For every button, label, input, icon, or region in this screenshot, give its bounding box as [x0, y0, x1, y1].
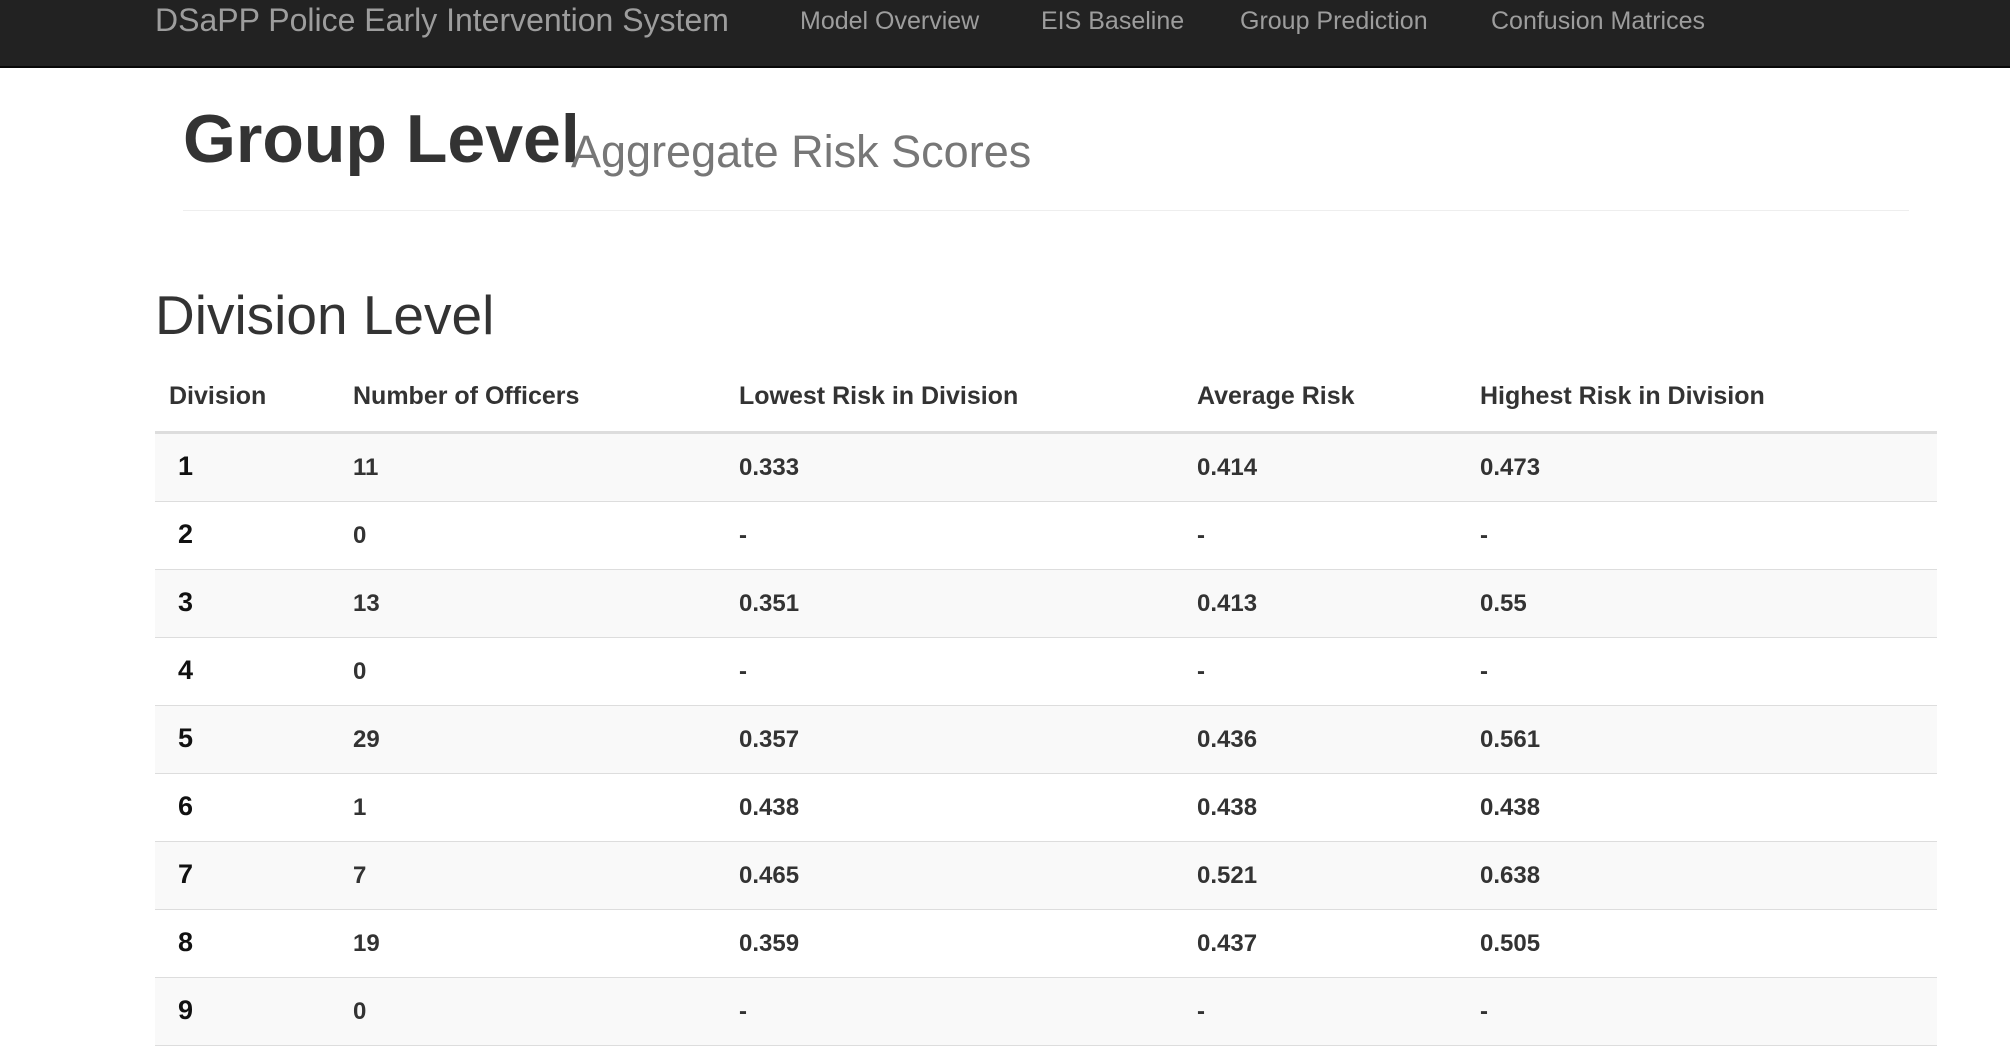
cell-highest-risk: 0.473: [1480, 454, 1541, 481]
cell-highest-risk: 0.561: [1480, 726, 1541, 753]
cell-lowest-risk: 0.351: [739, 590, 800, 617]
nav-model-overview[interactable]: Model Overview: [800, 7, 979, 36]
cell-number-of-officers: 0: [353, 998, 367, 1025]
cell-lowest-risk: 0.333: [739, 454, 800, 481]
table-row: 5 29 0.357 0.436 0.561: [155, 706, 1937, 774]
cell-number-of-officers: 7: [353, 862, 367, 889]
nav-eis-baseline[interactable]: EIS Baseline: [1041, 7, 1184, 36]
column-header-average-risk: Average Risk: [1197, 382, 1355, 410]
cell-number-of-officers: 0: [353, 658, 367, 685]
cell-highest-risk: 0.55: [1480, 590, 1527, 617]
cell-number-of-officers: 11: [353, 454, 379, 481]
cell-highest-risk: 0.638: [1480, 862, 1541, 889]
page-title: Group Level: [183, 101, 580, 177]
column-header-highest-risk: Highest Risk in Division: [1480, 382, 1765, 410]
cell-lowest-risk: 0.438: [739, 794, 800, 821]
page-header: Group Level Aggregate Risk Scores: [183, 100, 1909, 211]
cell-lowest-risk: -: [739, 658, 747, 685]
cell-lowest-risk: -: [739, 998, 747, 1025]
column-header-lowest-risk: Lowest Risk in Division: [739, 382, 1019, 410]
table-row: 9 0 - - -: [155, 978, 1937, 1046]
cell-lowest-risk: 0.357: [739, 726, 800, 753]
cell-number-of-officers: 13: [353, 590, 380, 617]
table-row: 3 13 0.351 0.413 0.55: [155, 570, 1937, 638]
page-subtitle: Aggregate Risk Scores: [571, 126, 1032, 177]
cell-lowest-risk: 0.465: [739, 862, 800, 889]
cell-number-of-officers: 29: [353, 726, 380, 753]
cell-average-risk: 0.413: [1197, 590, 1258, 617]
table-row: 4 0 - - -: [155, 638, 1937, 706]
cell-lowest-risk: 0.359: [739, 930, 800, 957]
cell-average-risk: 0.521: [1197, 862, 1258, 889]
cell-division: 9: [178, 995, 194, 1025]
cell-division: 1: [178, 451, 194, 481]
cell-number-of-officers: 19: [353, 930, 380, 957]
table-row: 6 1 0.438 0.438 0.438: [155, 774, 1937, 842]
cell-division: 3: [178, 587, 194, 617]
nav-confusion-matrices[interactable]: Confusion Matrices: [1491, 7, 1705, 36]
nav-group-prediction[interactable]: Group Prediction: [1240, 7, 1428, 36]
table-body: 1 11 0.333 0.414 0.473 2 0- - -3 13 0.351 0.413 0.55…: [155, 434, 1937, 1046]
cell-average-risk: -: [1197, 998, 1205, 1025]
division-level-heading: Division Level: [155, 284, 495, 346]
cell-division: 8: [178, 927, 194, 957]
cell-division: 5: [178, 723, 194, 753]
cell-average-risk: -: [1197, 522, 1205, 549]
table-row: 1 11 0.333 0.414 0.473: [155, 434, 1937, 502]
cell-average-risk: 0.436: [1197, 726, 1258, 753]
top-navbar: DSaPP Police Early Intervention System M…: [0, 0, 2010, 68]
brand-link[interactable]: DSaPP Police Early Intervention System: [155, 2, 729, 39]
table-row: 8 19 0.359 0.437 0.505: [155, 910, 1937, 978]
column-header-division: Division: [169, 382, 267, 410]
cell-average-risk: 0.414: [1197, 454, 1258, 481]
cell-highest-risk: -: [1480, 522, 1488, 549]
cell-division: 4: [178, 655, 194, 685]
cell-highest-risk: 0.505: [1480, 930, 1541, 957]
cell-average-risk: 0.437: [1197, 930, 1258, 957]
table-header-row: Division Number of Officers Lowest Risk …: [155, 370, 1937, 434]
cell-highest-risk: -: [1480, 998, 1488, 1025]
cell-number-of-officers: 1: [353, 794, 367, 821]
division-table: Division Number of Officers Lowest Risk …: [155, 370, 1937, 1046]
cell-average-risk: 0.438: [1197, 794, 1258, 821]
column-header-number-of-officers: Number of Officers: [353, 382, 580, 410]
cell-highest-risk: -: [1480, 658, 1488, 685]
cell-division: 7: [178, 859, 194, 889]
cell-division: 6: [178, 791, 194, 821]
cell-lowest-risk: -: [739, 522, 747, 549]
table-row: 7 7 0.465 0.521 0.638: [155, 842, 1937, 910]
cell-average-risk: -: [1197, 658, 1205, 685]
cell-highest-risk: 0.438: [1480, 794, 1541, 821]
table-row: 2 0 - - -: [155, 502, 1937, 570]
cell-division: 2: [178, 519, 194, 549]
cell-number-of-officers: 0: [353, 522, 367, 549]
